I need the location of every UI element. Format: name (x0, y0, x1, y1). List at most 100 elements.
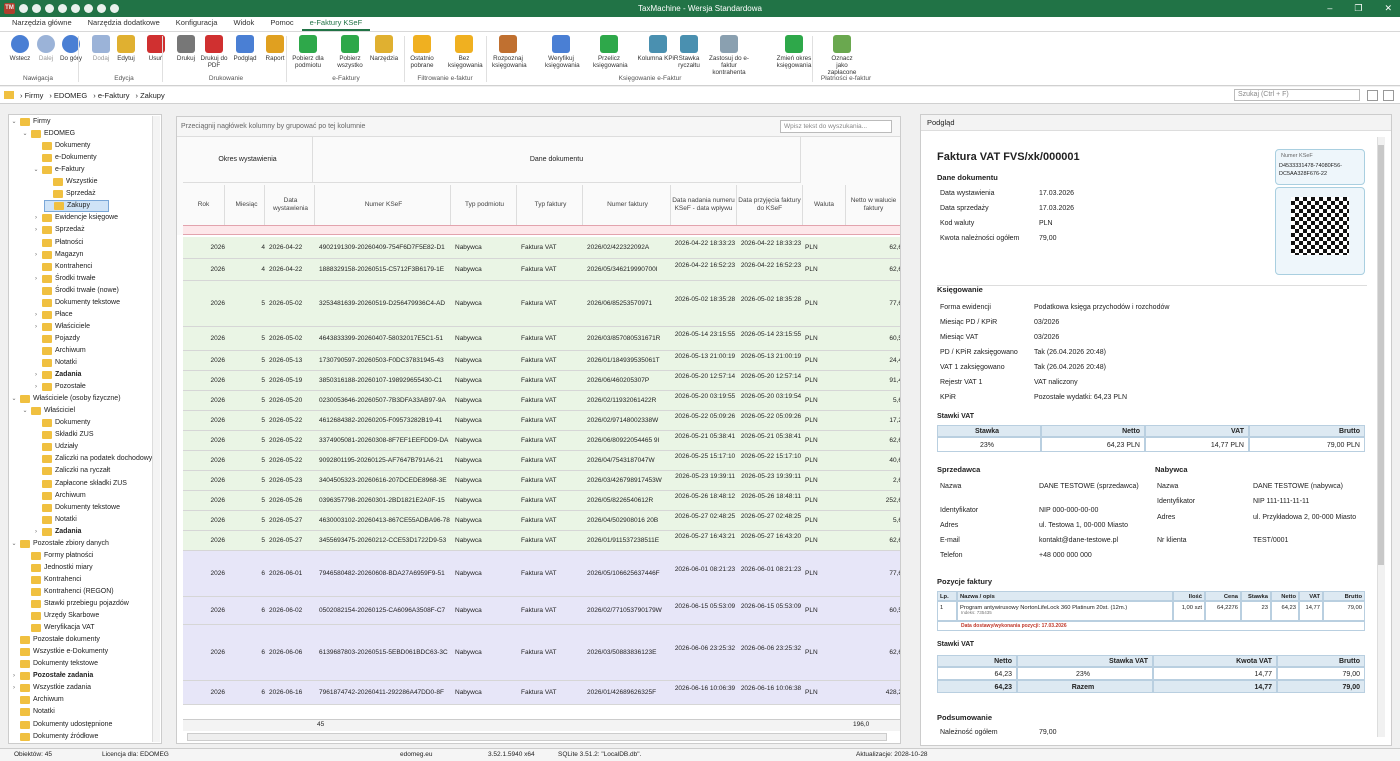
table-row[interactable]: 2026 5 2026-05-22 3374905081-20260308-8F7EF… (183, 431, 900, 451)
tree-item[interactable]: Sprzedaż (44, 188, 96, 200)
tree-item[interactable]: ⌄ Właściciel (22, 405, 75, 417)
table-row[interactable]: 2026 5 2026-05-19 3850316188-20260107-19892… (183, 371, 900, 391)
tree-item[interactable]: ⌄ e-Faktury (33, 164, 85, 176)
menu-1[interactable]: Narzędzia dodatkowe (80, 16, 168, 31)
tree-item[interactable]: Formy płatności (22, 550, 93, 562)
tree-item[interactable]: › Ewidencje księgowe (33, 212, 118, 224)
expand-right-icon[interactable]: › (33, 309, 39, 321)
tree-item[interactable]: e-Dokumenty (33, 152, 97, 164)
tree-item[interactable]: Zakupy (44, 200, 109, 213)
column-header[interactable]: Rok (183, 185, 225, 225)
ribbon-button-2[interactable]: Do góry (55, 35, 87, 62)
column-header[interactable]: Numer KSeF (317, 185, 451, 225)
table-row[interactable]: 2026 5 2026-05-20 0230053646-20260507-7B3DF… (183, 391, 900, 411)
ribbon-button-16[interactable]: Weryfikuj księgowania (545, 35, 580, 69)
expand-right-icon[interactable]: › (33, 273, 39, 285)
table-row[interactable]: 2026 6 2026-06-06 6139687803-20260515-5EBD0… (183, 625, 900, 681)
column-header[interactable]: Miesiąc (229, 185, 265, 225)
tree-item[interactable]: › Sprzedaż (33, 224, 85, 236)
table-row[interactable]: 2026 6 2026-06-16 7961874742-20260411-29228… (183, 681, 900, 705)
tree-item[interactable]: › Magazyn (33, 249, 83, 261)
column-header[interactable]: Data nadania numeru KSeF - data wpływu (671, 185, 737, 225)
menu-2[interactable]: Konfiguracja (168, 16, 226, 31)
tree-item[interactable]: Notatki (11, 706, 55, 718)
tree-item[interactable]: Zaliczki na ryczałt (33, 465, 110, 477)
tree-item[interactable]: Kontrahenci (22, 574, 81, 586)
menu-4[interactable]: Pomoc (262, 16, 301, 31)
table-row[interactable]: 2026 5 2026-05-22 9092801195-20260125-AF764… (183, 451, 900, 471)
expand-down-icon[interactable]: ⌄ (33, 164, 39, 176)
table-row[interactable]: 2026 5 2026-05-27 3455693475-20260212-CCE53… (183, 531, 900, 551)
ribbon-button-19[interactable]: Stawka ryczałtu (673, 35, 705, 69)
tree-item[interactable]: Urzędy Skarbowe (22, 610, 99, 622)
tree-item[interactable]: ⌄ Firmy (11, 116, 51, 128)
tree-item[interactable]: Dokumenty udostępnione (11, 719, 112, 731)
table-row[interactable]: 2026 5 2026-05-22 4612684382-20260205-F0957… (183, 411, 900, 431)
maximize-icon[interactable]: ❐ (1354, 3, 1362, 14)
tree-item[interactable]: › Właściciele (33, 321, 90, 333)
expand-right-icon[interactable]: › (33, 249, 39, 261)
table-row[interactable]: 2026 5 2026-05-23 3404505323-20260616-207DC… (183, 471, 900, 491)
breadcrumb-item[interactable]: › e-Faktury (93, 91, 129, 100)
tree-item[interactable]: Jednostki miary (22, 562, 93, 574)
tree-item[interactable]: › Pozostałe (33, 381, 86, 393)
table-row[interactable]: 2026 5 2026-05-26 0396357798-20260301-2BD18… (183, 491, 900, 511)
table-row[interactable]: 2026 4 2026-04-22 4902191309-20260409-754F6… (183, 237, 900, 259)
tree-item[interactable]: Wszystkie (44, 176, 98, 188)
expand-right-icon[interactable]: › (11, 670, 17, 682)
ribbon-button-12[interactable]: Narzędzia (368, 35, 400, 62)
tree-item[interactable]: Udziały (33, 441, 78, 453)
breadcrumb[interactable]: › Firmy › EDOMEG › e-Faktury › Zakupy (14, 91, 165, 100)
filter-row[interactable] (183, 225, 900, 235)
table-row[interactable]: 2026 5 2026-05-02 3253481639-20260519-D2564… (183, 281, 900, 327)
ribbon-button-11[interactable]: Pobierz wszystko (334, 35, 366, 69)
expand-right-icon[interactable]: › (33, 381, 39, 393)
tree-item[interactable]: Pojazdy (33, 333, 80, 345)
ribbon-button-22[interactable]: Oznacz jako zapłacone (826, 35, 858, 76)
minimize-icon[interactable]: – (1327, 3, 1332, 14)
expand-down-icon[interactable]: ⌄ (11, 538, 17, 550)
expand-right-icon[interactable]: › (33, 224, 39, 236)
ribbon-button-13[interactable]: Ostatnio pobrane (406, 35, 438, 69)
tree-item[interactable]: ⌄ Pozostałe zbiory danych (11, 538, 109, 550)
expand-right-icon[interactable]: › (11, 682, 17, 694)
expand-right-icon[interactable]: › (33, 321, 39, 333)
table-row[interactable]: 2026 6 2026-06-02 0502082154-20260125-CA609… (183, 597, 900, 625)
grid-view-icon[interactable] (1367, 90, 1378, 101)
tree-scrollbar[interactable] (152, 116, 160, 742)
column-header[interactable]: Data wystawienia (267, 185, 315, 225)
tree-item[interactable]: Wszystkie e-Dokumenty (11, 646, 108, 658)
menu-icon[interactable] (1383, 90, 1394, 101)
table-row[interactable]: 2026 5 2026-05-13 1730790597-20260503-F0DC3… (183, 351, 900, 371)
expand-right-icon[interactable]: › (33, 369, 39, 381)
expand-down-icon[interactable]: ⌄ (11, 116, 17, 128)
table-row[interactable]: 2026 4 2026-04-22 1888329158-20260515-C5712… (183, 259, 900, 281)
table-row[interactable]: 2026 5 2026-05-27 4630003102-20260413-867CE… (183, 511, 900, 531)
ribbon-button-4[interactable]: Edytuj (110, 35, 142, 62)
column-header[interactable]: Numer faktury (585, 185, 671, 225)
column-header[interactable]: Netto w walucie faktury (846, 185, 900, 225)
menu-0[interactable]: Narzędzia główne (4, 16, 80, 31)
grid-search-input[interactable]: Wpisz tekst do wyszukania... (780, 120, 892, 133)
tree-item[interactable]: Dokumenty (33, 417, 90, 429)
ribbon-button-10[interactable]: Pobierz dla podmiotu (292, 35, 324, 69)
tree-item[interactable]: Archiwum (33, 490, 86, 502)
tree-item[interactable]: ⌄ EDOMEG (22, 128, 75, 140)
breadcrumb-item[interactable]: › Zakupy (136, 91, 165, 100)
tree-item[interactable]: Składki ZUS (33, 429, 94, 441)
tree-item[interactable]: › Wszystkie zadania (11, 682, 91, 694)
ribbon-button-8[interactable]: Podgląd (229, 35, 261, 62)
menu-3[interactable]: Widok (225, 16, 262, 31)
tree-item[interactable]: › Zadania (33, 369, 81, 381)
tree-item[interactable]: Dokumenty tekstowe (11, 658, 98, 670)
tree-item[interactable]: Kontrahenci (REGON) (22, 586, 114, 598)
ribbon-button-20[interactable]: Zastosuj do e-faktur kontrahenta (707, 35, 751, 76)
tree-item[interactable]: Archiwum (11, 694, 64, 706)
table-row[interactable]: 2026 6 2026-06-01 7946580482-20260608-BDA27… (183, 551, 900, 597)
close-icon[interactable]: ✕ (1384, 3, 1392, 14)
tree-item[interactable]: Pozostałe dokumenty (11, 634, 100, 646)
tree-item[interactable]: Dokumenty tekstowe (33, 297, 120, 309)
tree-item[interactable]: Zaliczki na podatek dochodowy (33, 453, 152, 465)
column-header[interactable]: Waluta (803, 185, 846, 225)
tree-item[interactable]: Dokumenty źródłowe (11, 731, 98, 743)
